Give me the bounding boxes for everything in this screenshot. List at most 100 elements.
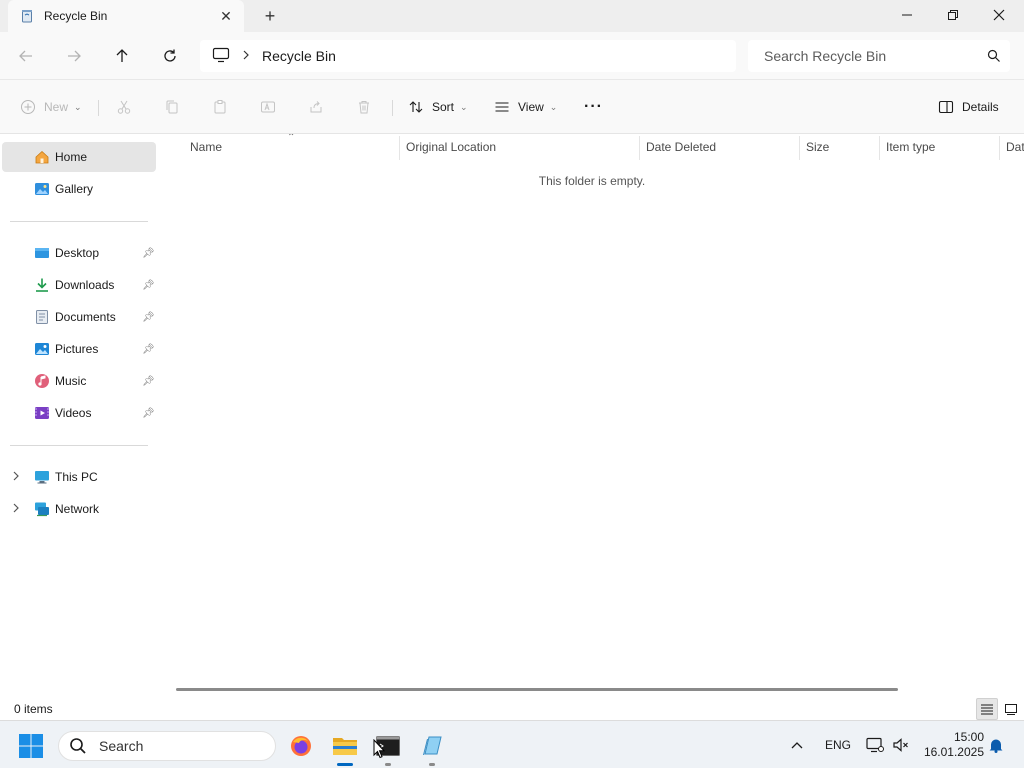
taskbar-search-label: Search	[99, 738, 144, 754]
chevron-right-icon[interactable]	[12, 471, 20, 484]
taskbar-app-file-explorer[interactable]	[328, 729, 362, 766]
chevron-down-icon: ⌄	[74, 101, 82, 112]
notifications-button[interactable]	[988, 721, 1004, 768]
network-icon	[34, 501, 50, 517]
back-button[interactable]	[10, 40, 42, 72]
network-status-button[interactable]	[866, 721, 884, 768]
cut-icon	[117, 100, 131, 114]
refresh-icon	[164, 49, 176, 62]
column-header-date-deleted[interactable]: Date Deleted	[640, 134, 800, 160]
sidebar-item-label: Documents	[55, 310, 116, 324]
address-bar[interactable]: Recycle Bin	[200, 40, 736, 72]
column-label: Dat	[1006, 140, 1024, 154]
start-button[interactable]	[18, 733, 44, 759]
new-button[interactable]: New ⌄	[20, 92, 82, 122]
speaker-muted-icon	[893, 738, 908, 752]
mouse-cursor-icon	[373, 738, 386, 762]
search-icon[interactable]	[978, 49, 1010, 63]
delete-button[interactable]	[356, 92, 372, 122]
rename-button[interactable]	[260, 92, 276, 122]
divider	[98, 100, 99, 116]
column-header-date[interactable]: Dat	[1000, 134, 1024, 160]
sidebar-item-gallery[interactable]: Gallery	[2, 174, 156, 204]
search-placeholder: Search Recycle Bin	[764, 48, 887, 64]
tab-recycle-bin[interactable]: Recycle Bin ✕	[8, 0, 244, 32]
taskbar-search[interactable]: Search	[58, 731, 276, 761]
taskbar: Search ENG 15:00 16.01.2025	[0, 720, 1024, 768]
back-arrow-icon	[19, 50, 32, 62]
sidebar-item-videos[interactable]: Videos 📌︎	[2, 398, 156, 428]
empty-folder-message: This folder is empty.	[538, 174, 646, 188]
sidebar-item-downloads[interactable]: Downloads 📌︎	[2, 270, 156, 300]
sort-icon	[409, 101, 423, 113]
details-pane-icon	[938, 100, 954, 114]
pin-icon[interactable]: 📌︎	[142, 408, 155, 419]
pin-icon[interactable]: 📌︎	[142, 248, 155, 259]
share-button[interactable]	[308, 92, 324, 122]
file-list[interactable]: ⌃ Name Original Location Date Deleted Si…	[160, 134, 1024, 698]
column-label: Date Deleted	[646, 140, 717, 154]
sidebar-item-home[interactable]: Home	[2, 142, 156, 172]
forward-button[interactable]	[58, 40, 90, 72]
breadcrumb-item[interactable]: Recycle Bin	[262, 48, 336, 64]
this-pc-icon	[34, 469, 50, 485]
chevron-right-icon[interactable]	[242, 49, 250, 63]
chevron-right-icon[interactable]	[12, 503, 20, 516]
minimize-button[interactable]	[884, 0, 930, 30]
taskbar-app-firefox[interactable]	[284, 729, 318, 763]
show-hidden-icons-button[interactable]	[790, 721, 804, 768]
close-window-button[interactable]	[976, 0, 1022, 30]
details-pane-button[interactable]: Details	[938, 92, 999, 122]
sidebar-item-label: Desktop	[55, 246, 100, 260]
paste-button[interactable]	[212, 92, 228, 122]
taskbar-app-notepad[interactable]	[415, 729, 449, 766]
column-header-item-type[interactable]: Item type	[880, 134, 1000, 160]
language-indicator[interactable]: ENG	[825, 721, 851, 768]
pin-icon[interactable]: 📌︎	[142, 312, 155, 323]
bell-icon	[989, 739, 1003, 753]
sidebar-item-label: This PC	[55, 470, 98, 484]
sidebar-item-documents[interactable]: Documents 📌︎	[2, 302, 156, 332]
volume-button[interactable]	[892, 721, 910, 768]
more-options-button[interactable]: ···	[584, 92, 603, 122]
details-label: Details	[962, 100, 999, 114]
language-label: ENG	[825, 738, 852, 752]
column-label: Size	[806, 140, 830, 154]
horizontal-scrollbar[interactable]	[176, 688, 898, 691]
column-header-size[interactable]: Size	[800, 134, 880, 160]
sidebar-item-music[interactable]: Music 📌︎	[2, 366, 156, 396]
column-header-name[interactable]: Name	[184, 134, 400, 160]
running-indicator	[429, 763, 435, 766]
column-header-original-location[interactable]: Original Location	[400, 134, 640, 160]
sidebar-item-desktop[interactable]: Desktop 📌︎	[2, 238, 156, 268]
sort-button[interactable]: Sort ⌄	[408, 92, 468, 122]
copy-button[interactable]	[164, 92, 180, 122]
clock[interactable]: 15:00 16.01.2025	[920, 730, 984, 760]
sidebar-item-this-pc[interactable]: This PC	[2, 462, 156, 492]
trash-icon	[359, 101, 369, 114]
monitor-icon[interactable]	[212, 47, 230, 66]
search-input[interactable]: Search Recycle Bin	[748, 40, 1010, 72]
sidebar-item-pictures[interactable]: Pictures 📌︎	[2, 334, 156, 364]
refresh-button[interactable]	[154, 40, 186, 72]
clock-time: 15:00	[953, 730, 984, 744]
firefox-icon	[291, 736, 311, 756]
pin-icon[interactable]: 📌︎	[142, 344, 155, 355]
plus-circle-icon	[21, 100, 35, 114]
up-button[interactable]	[106, 40, 138, 72]
sidebar-item-network[interactable]: Network	[2, 494, 156, 524]
cut-button[interactable]	[116, 92, 132, 122]
navigation-pane: Home Gallery Desktop 📌︎ Downloads 📌︎ Doc…	[0, 134, 160, 698]
videos-icon	[34, 405, 50, 421]
new-tab-button[interactable]: +	[256, 2, 284, 30]
details-view-button[interactable]	[976, 698, 998, 720]
close-tab-button[interactable]: ✕	[212, 2, 240, 30]
view-button[interactable]: View ⌄	[494, 92, 557, 122]
pin-icon[interactable]: 📌︎	[142, 376, 155, 387]
pin-icon[interactable]: 📌︎	[142, 280, 155, 291]
notepad-icon	[423, 736, 442, 755]
restore-button[interactable]	[930, 0, 976, 30]
status-bar: 0 items	[0, 698, 1024, 720]
search-icon	[70, 738, 86, 754]
tiles-view-button[interactable]	[1000, 698, 1022, 720]
